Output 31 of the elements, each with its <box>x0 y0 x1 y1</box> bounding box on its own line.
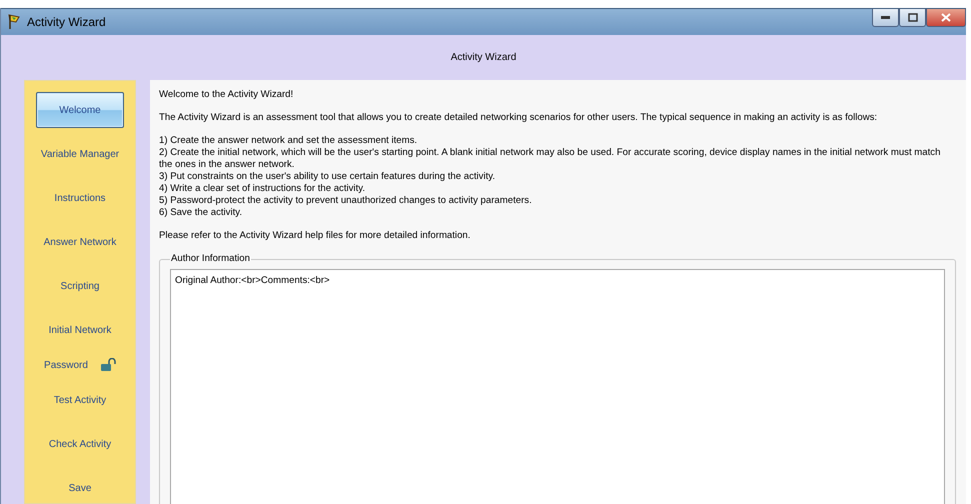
step-text: 5) Password-protect the activity to prevent unauthorized changes to activity parameters. <box>159 195 533 207</box>
window-title: Activity Wizard <box>27 15 106 29</box>
help-text: Please refer to the Activity Wizard help files for more detailed information. <box>159 230 472 242</box>
nav-item[interactable]: Answer Network <box>44 236 116 248</box>
group-title: Author Information <box>170 253 251 265</box>
nav-item[interactable]: Password <box>44 360 88 370</box>
wizard-heading: Activity Wizard <box>450 52 516 63</box>
nav-item[interactable]: Check Activity <box>48 438 112 450</box>
nav-item[interactable]: Save <box>68 482 92 494</box>
maximize-icon <box>908 13 918 22</box>
nav-item[interactable]: Scripting <box>60 280 100 292</box>
step-text: 2) Create the initial network, which will be the user's starting point. A blank initial network may also be used. For accurate scoring, device display names in the initial network must match the ones in the answer network. <box>159 147 942 171</box>
nav-item[interactable]: Variable Manager <box>40 148 120 160</box>
intro-text: The Activity Wizard is an assessment tool that allows you to create detailed networking scenarios for other users. The typical sequence in making an activity is as follows: <box>159 112 878 124</box>
nav-item[interactable]: Instructions <box>54 192 106 204</box>
flag-icon <box>7 14 21 30</box>
nav-item[interactable]: Initial Network <box>48 324 112 336</box>
close-button[interactable] <box>926 9 966 27</box>
step-text: 1) Create the answer network and set the assessment items. <box>159 135 418 147</box>
greeting-text: Welcome to the Activity Wizard! <box>159 89 294 101</box>
step-text: 4) Write a clear set of instructions for the activity. <box>159 183 366 195</box>
nav-item[interactable]: Test Activity <box>54 394 106 406</box>
step-text: 3) Put constraints on the user's ability to use certain features during the activity. <box>159 171 496 183</box>
close-icon <box>941 13 951 22</box>
minimize-icon <box>881 16 890 19</box>
nav-item[interactable]: Welcome <box>36 92 124 128</box>
minimize-button[interactable] <box>872 9 899 27</box>
padlock-icon <box>100 358 116 372</box>
step-text: 6) Save the activity. <box>159 207 244 219</box>
maximize-button[interactable] <box>899 9 926 27</box>
author-info-field[interactable]: Original Author:<br>Comments:<br> <box>170 269 945 504</box>
